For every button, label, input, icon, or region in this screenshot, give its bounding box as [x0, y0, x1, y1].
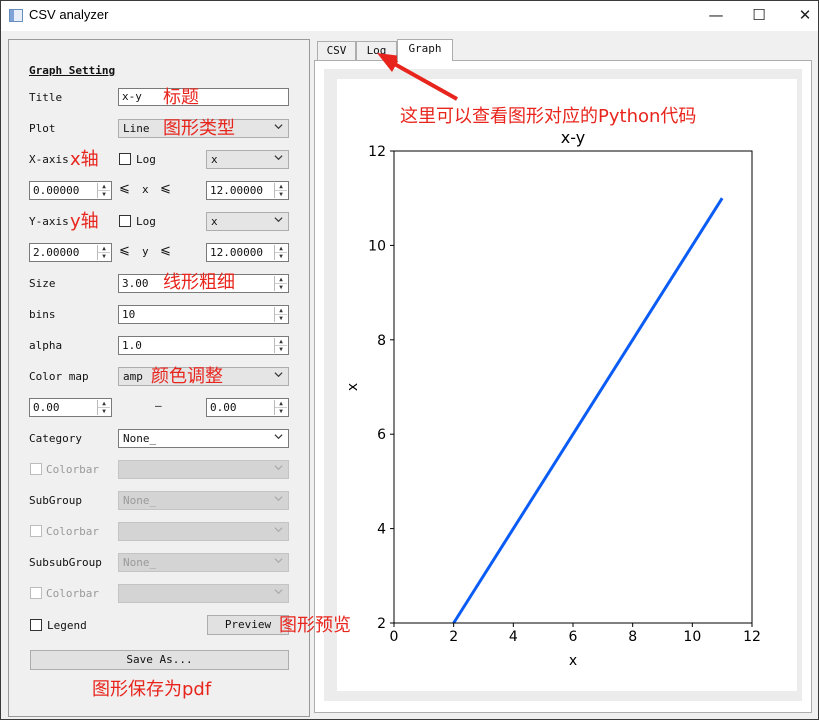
annotation-arrow-shaft	[390, 60, 458, 101]
tab-graph[interactable]: Graph	[397, 39, 453, 61]
annotation-arrow	[377, 53, 458, 101]
app-window: CSV analyzer — ☐ ✕ Graph Setting Title x…	[0, 0, 819, 720]
